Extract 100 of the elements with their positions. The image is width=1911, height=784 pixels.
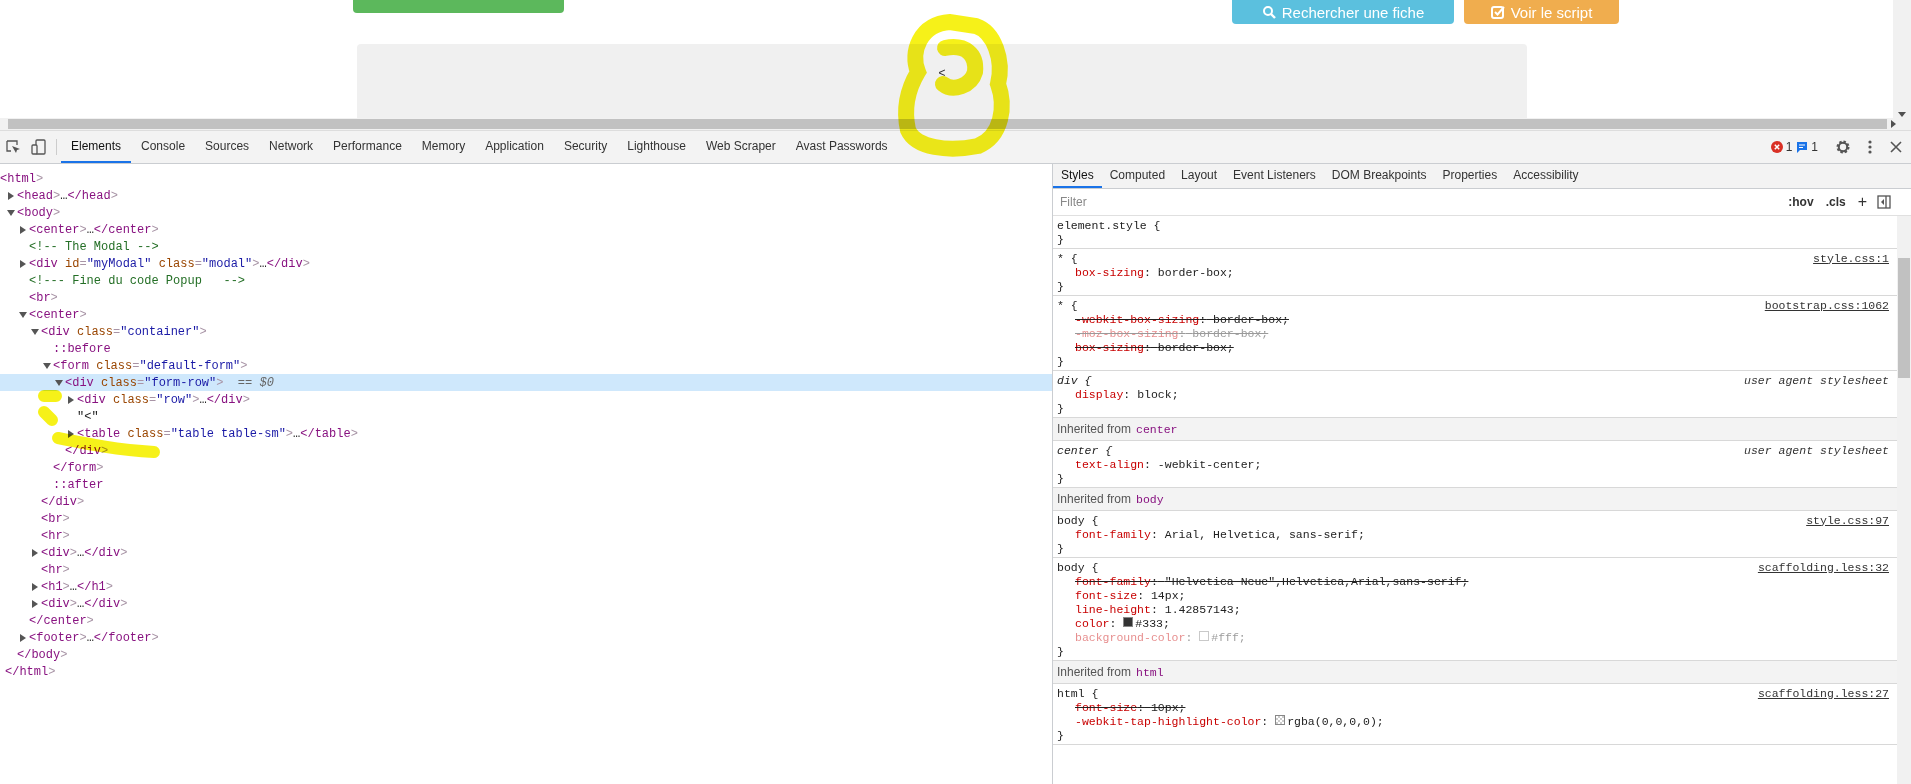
dom-node[interactable]: <html> xyxy=(0,171,44,186)
panel-tab[interactable]: Network xyxy=(259,131,324,163)
expand-arrow-icon[interactable] xyxy=(20,633,26,642)
css-declaration: background-color: #fff; xyxy=(1075,630,1246,644)
dom-node[interactable]: <center> xyxy=(29,307,87,322)
collapse-arrow-icon[interactable] xyxy=(55,379,63,386)
panel-tab[interactable]: Lighthouse xyxy=(617,131,696,163)
new-rule-button[interactable]: + xyxy=(1855,193,1869,211)
dom-node[interactable]: ::after xyxy=(53,477,104,492)
dom-node[interactable]: <body> xyxy=(17,205,61,220)
panel-tab[interactable]: Web Scraper xyxy=(695,131,786,163)
error-count[interactable]: 1 xyxy=(1770,140,1793,154)
dom-node[interactable]: "<" xyxy=(77,409,99,424)
cls-button[interactable]: .cls xyxy=(1823,195,1848,209)
panel-tab[interactable]: Memory xyxy=(411,131,476,163)
dom-node[interactable]: <form class="default-form"> xyxy=(53,358,248,373)
sidebar-toggle-icon[interactable] xyxy=(1877,195,1891,209)
sidebar-tab[interactable]: DOM Breakpoints xyxy=(1323,164,1435,188)
color-swatch[interactable] xyxy=(1275,714,1286,725)
panel-tab[interactable]: Avast Passwords xyxy=(785,131,898,163)
sidebar-tab[interactable]: Accessibility xyxy=(1505,164,1587,188)
css-declaration: display: block; xyxy=(1075,387,1179,401)
dom-node[interactable]: <br> xyxy=(41,511,70,526)
dom-node[interactable]: <table class="table table-sm">…</table> xyxy=(77,426,358,441)
css-declaration: font-size: 10px; xyxy=(1075,700,1186,714)
dom-node[interactable]: <hr> xyxy=(41,528,70,543)
dom-node[interactable]: <!--- Fine du code Popup --> xyxy=(29,273,246,288)
inherited-label: Inherited from xyxy=(1057,492,1132,506)
inspect-icon[interactable] xyxy=(5,139,21,155)
scroll-right-icon[interactable] xyxy=(1891,120,1897,128)
source-link[interactable]: scaffolding.less:27 xyxy=(1757,686,1889,700)
rule-selector: div { xyxy=(1057,373,1092,387)
sidebar-tab[interactable]: Layout xyxy=(1173,164,1226,188)
close-icon[interactable] xyxy=(1889,140,1903,154)
dom-node[interactable]: <br> xyxy=(29,290,58,305)
collapse-arrow-icon[interactable] xyxy=(43,362,51,369)
panel-tab[interactable]: Performance xyxy=(323,131,412,163)
dom-node[interactable]: <div>…</div> xyxy=(41,596,128,611)
expand-arrow-icon[interactable] xyxy=(68,395,74,404)
expand-arrow-icon[interactable] xyxy=(32,582,38,591)
dom-node[interactable]: <div class="form-row"> == $0 xyxy=(65,375,274,390)
source-link[interactable]: bootstrap.css:1062 xyxy=(1764,298,1889,312)
dom-node[interactable]: <!-- The Modal --> xyxy=(29,239,159,254)
rule-selector: body { xyxy=(1057,513,1099,527)
panel-tab[interactable]: Sources xyxy=(195,131,260,163)
inherited-element[interactable]: body xyxy=(1136,492,1164,506)
color-swatch[interactable] xyxy=(1123,616,1134,627)
css-declaration: font-family: Arial, Helvetica, sans-serif; xyxy=(1075,527,1365,541)
sidebar-tab[interactable]: Styles xyxy=(1053,164,1102,188)
css-declaration: -webkit-box-sizing: border-box; xyxy=(1075,312,1289,326)
dom-node[interactable]: <center>…</center> xyxy=(29,222,159,237)
dom-node[interactable]: <footer>…</footer> xyxy=(29,630,159,645)
inherited-element[interactable]: html xyxy=(1136,665,1164,679)
device-icon[interactable] xyxy=(31,139,47,155)
expand-arrow-icon[interactable] xyxy=(32,599,38,608)
sidebar-tab[interactable]: Properties xyxy=(1434,164,1506,188)
dom-node[interactable]: <div class="row">…</div> xyxy=(77,392,250,407)
expand-arrow-icon[interactable] xyxy=(20,259,26,268)
source-link[interactable]: style.css:1 xyxy=(1813,251,1889,265)
source-link[interactable]: scaffolding.less:32 xyxy=(1757,560,1889,574)
dom-node[interactable]: ::before xyxy=(53,341,111,356)
closing-brace: } xyxy=(1057,279,1064,293)
sidebar-tab[interactable]: Event Listeners xyxy=(1225,164,1324,188)
settings-icon[interactable] xyxy=(1835,139,1851,155)
collapse-arrow-icon[interactable] xyxy=(31,328,39,335)
dom-node[interactable]: <div>…</div> xyxy=(41,545,128,560)
dom-node[interactable]: <hr> xyxy=(41,562,70,577)
closing-brace: } xyxy=(1057,232,1064,246)
expand-arrow-icon[interactable] xyxy=(20,225,26,234)
panel-tab[interactable]: Console xyxy=(131,131,196,163)
collapse-arrow-icon[interactable] xyxy=(7,209,15,216)
message-count[interactable]: 1 xyxy=(1796,140,1818,154)
inherited-label: Inherited from xyxy=(1057,422,1132,436)
css-declaration: text-align: -webkit-center; xyxy=(1075,457,1262,471)
expand-arrow-icon[interactable] xyxy=(8,191,14,200)
expand-arrow-icon[interactable] xyxy=(68,429,74,438)
css-declaration: box-sizing: border-box; xyxy=(1075,340,1234,354)
css-declaration: box-sizing: border-box; xyxy=(1075,265,1234,279)
rule-selector: body { xyxy=(1057,560,1099,574)
dom-node[interactable]: <div class="container"> xyxy=(41,324,207,339)
horizontal-scrollbar[interactable] xyxy=(0,118,1911,131)
inherited-element[interactable]: center xyxy=(1136,422,1178,436)
dom-node[interactable]: <div id="myModal" class="modal">…</div> xyxy=(29,256,310,271)
panel-tab[interactable]: Security xyxy=(553,131,618,163)
search-icon xyxy=(1261,5,1276,19)
css-declaration: color: #333; xyxy=(1075,616,1170,630)
vertical-scrollbar[interactable] xyxy=(1897,216,1911,784)
hov-button[interactable]: :hov xyxy=(1786,195,1816,209)
dom-node[interactable]: <h1>…</h1> xyxy=(41,579,114,594)
sidebar-tab[interactable]: Computed xyxy=(1101,164,1174,188)
closing-tag: </form> xyxy=(53,460,104,475)
vertical-scrollbar[interactable] xyxy=(1893,0,1911,118)
panel-tab[interactable]: Application xyxy=(475,131,554,163)
dom-node[interactable]: <head>…</head> xyxy=(17,188,118,203)
css-declaration: line-height: 1.42857143; xyxy=(1075,602,1241,616)
source-link[interactable]: style.css:97 xyxy=(1806,513,1889,527)
collapse-arrow-icon[interactable] xyxy=(19,311,27,318)
css-declaration: font-size: 14px; xyxy=(1075,588,1186,602)
expand-arrow-icon[interactable] xyxy=(32,548,38,557)
panel-tab[interactable]: Elements xyxy=(61,131,132,163)
